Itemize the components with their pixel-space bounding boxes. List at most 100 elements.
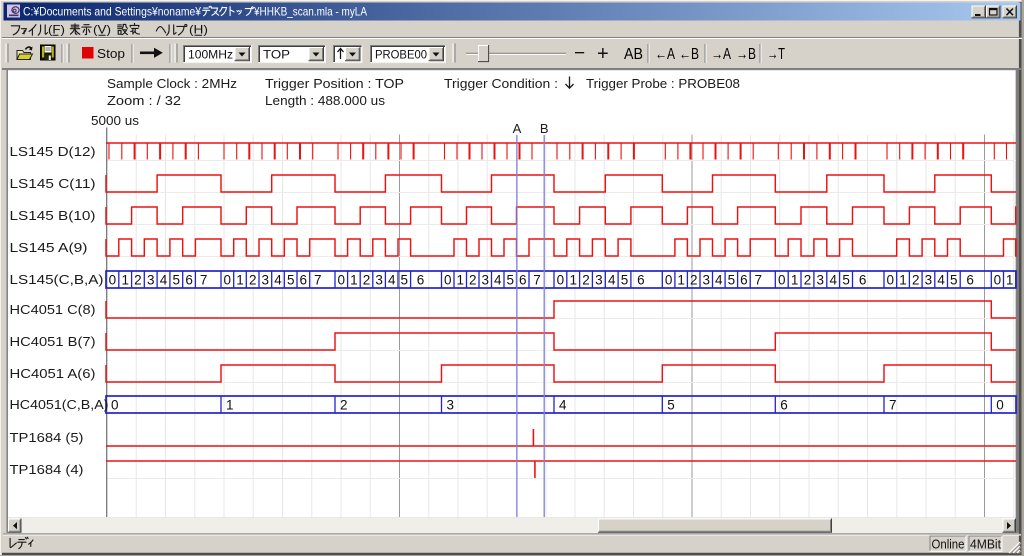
- svg-text:0: 0: [224, 273, 232, 288]
- svg-text:3: 3: [147, 273, 155, 288]
- svg-text:6: 6: [637, 273, 645, 288]
- svg-text:1: 1: [456, 273, 464, 288]
- svg-text:TOP: TOP: [263, 48, 290, 62]
- svg-text:1: 1: [226, 398, 234, 413]
- svg-text:←A: ←A: [655, 46, 675, 63]
- svg-text:Trigger Condition :: Trigger Condition :: [444, 76, 558, 91]
- svg-text:4: 4: [160, 273, 168, 288]
- svg-text:3: 3: [702, 273, 710, 288]
- svg-text:0: 0: [996, 398, 1004, 413]
- svg-text:0: 0: [444, 273, 452, 288]
- svg-text:1: 1: [899, 273, 907, 288]
- svg-text:6: 6: [966, 273, 974, 288]
- svg-text:5: 5: [667, 398, 675, 413]
- svg-text:HC4051 C(8): HC4051 C(8): [10, 302, 96, 317]
- svg-text:0: 0: [557, 273, 565, 288]
- svg-text:0: 0: [109, 273, 117, 288]
- svg-text:7: 7: [754, 273, 762, 288]
- svg-text:PROBE00: PROBE00: [375, 48, 427, 62]
- svg-text:5: 5: [401, 273, 409, 288]
- svg-text:1: 1: [350, 273, 358, 288]
- svg-text:LS145 A(9): LS145 A(9): [10, 240, 88, 255]
- svg-text:4: 4: [829, 273, 837, 288]
- svg-text:LS145 B(10): LS145 B(10): [10, 208, 96, 223]
- svg-text:0: 0: [994, 273, 1002, 288]
- svg-text:(V): (V): [93, 23, 111, 37]
- svg-text:→B: →B: [736, 46, 756, 63]
- svg-text:−: −: [574, 43, 585, 64]
- svg-text:4: 4: [274, 273, 282, 288]
- svg-text:→T: →T: [767, 46, 785, 63]
- svg-text:C:¥Documents and Settings¥nona: C:¥Documents and Settings¥noname¥: [23, 5, 201, 19]
- svg-text:2: 2: [363, 273, 371, 288]
- svg-text:Zoom : / 32: Zoom : / 32: [107, 93, 181, 108]
- svg-text:5: 5: [287, 273, 295, 288]
- svg-text:A: A: [513, 121, 522, 136]
- svg-text:LS145(C,B,A): LS145(C,B,A): [10, 272, 104, 287]
- svg-text:3: 3: [375, 273, 383, 288]
- svg-text:7: 7: [533, 273, 541, 288]
- svg-text:6: 6: [300, 273, 308, 288]
- svg-text:1: 1: [1006, 273, 1014, 288]
- svg-text:2: 2: [582, 273, 590, 288]
- svg-text:4: 4: [388, 273, 396, 288]
- svg-text:HC4051 A(6): HC4051 A(6): [10, 366, 96, 381]
- svg-text:2: 2: [804, 273, 812, 288]
- svg-text:TP1684 (5): TP1684 (5): [10, 430, 84, 445]
- svg-text:HC4051(C,B,A): HC4051(C,B,A): [10, 397, 109, 412]
- svg-text:Sample Clock : 2MHz: Sample Clock : 2MHz: [107, 76, 237, 91]
- svg-text:4: 4: [937, 273, 945, 288]
- svg-text:6: 6: [780, 398, 788, 413]
- svg-text:LS145 C(11): LS145 C(11): [10, 176, 96, 191]
- svg-text:5: 5: [950, 273, 958, 288]
- svg-text:1: 1: [677, 273, 685, 288]
- svg-text:3: 3: [817, 273, 825, 288]
- svg-text:2: 2: [469, 273, 477, 288]
- svg-text:Length : 488.000 us: Length : 488.000 us: [265, 93, 386, 108]
- svg-text:5: 5: [506, 273, 514, 288]
- svg-text:3: 3: [925, 273, 933, 288]
- svg-text:Trigger Position : TOP: Trigger Position : TOP: [265, 76, 404, 91]
- svg-text:2: 2: [249, 273, 257, 288]
- svg-text:LS145 D(12): LS145 D(12): [10, 144, 96, 159]
- svg-text:4: 4: [559, 398, 567, 413]
- svg-text:7: 7: [889, 398, 897, 413]
- svg-text:TP1684 (4): TP1684 (4): [10, 462, 84, 477]
- svg-text:+: +: [597, 43, 609, 65]
- svg-text:6: 6: [185, 273, 193, 288]
- svg-text:←B: ←B: [679, 46, 699, 63]
- svg-text:0: 0: [111, 398, 119, 413]
- svg-text:7: 7: [314, 273, 322, 288]
- svg-text:5000 us: 5000 us: [91, 113, 140, 128]
- svg-text:2: 2: [690, 273, 698, 288]
- svg-text:100MHz: 100MHz: [188, 48, 233, 62]
- svg-text:4MBit: 4MBit: [970, 538, 1002, 552]
- svg-text:5: 5: [728, 273, 736, 288]
- svg-text:1: 1: [791, 273, 799, 288]
- svg-text:(H): (H): [189, 23, 208, 37]
- svg-text:Trigger Probe : PROBE08: Trigger Probe : PROBE08: [586, 76, 740, 91]
- svg-text:1: 1: [121, 273, 129, 288]
- svg-text:B: B: [540, 121, 549, 136]
- svg-text:6: 6: [417, 273, 425, 288]
- svg-text:6: 6: [859, 273, 867, 288]
- svg-text:3: 3: [481, 273, 489, 288]
- svg-text:HC4051 B(7): HC4051 B(7): [10, 334, 96, 349]
- svg-text:Online: Online: [932, 538, 965, 552]
- svg-text:2: 2: [340, 398, 348, 413]
- svg-text:6: 6: [519, 273, 527, 288]
- svg-text:0: 0: [665, 273, 673, 288]
- svg-text:5: 5: [842, 273, 850, 288]
- svg-text:5: 5: [173, 273, 181, 288]
- svg-text:5: 5: [621, 273, 629, 288]
- svg-text:2: 2: [912, 273, 920, 288]
- svg-text:4: 4: [715, 273, 723, 288]
- svg-text:7: 7: [200, 273, 208, 288]
- svg-text:1: 1: [569, 273, 577, 288]
- svg-text:Stop: Stop: [97, 46, 125, 61]
- svg-text:→A: →A: [711, 46, 731, 63]
- svg-text:(F): (F): [48, 23, 65, 37]
- svg-text:6: 6: [740, 273, 748, 288]
- svg-text:2: 2: [134, 273, 142, 288]
- svg-text:4: 4: [608, 273, 616, 288]
